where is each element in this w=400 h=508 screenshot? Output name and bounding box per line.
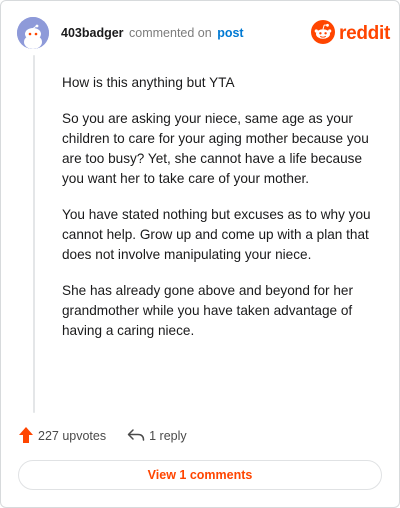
comment-card: 403badger commented on post reddit How i… [0, 0, 400, 508]
username[interactable]: 403badger [61, 26, 124, 40]
reply-count: 1 reply [149, 429, 187, 443]
upvote-count: 227 upvotes [38, 429, 107, 443]
reply-arrow-icon [127, 428, 145, 445]
reddit-snoo-icon [311, 19, 335, 49]
view-comments-button[interactable]: View 1 comments [18, 460, 382, 490]
reply-button[interactable]: 1 reply [127, 428, 187, 445]
comment-paragraph: She has already gone above and beyond fo… [62, 283, 353, 338]
reddit-logo[interactable]: reddit [311, 19, 390, 49]
post-link[interactable]: post [217, 26, 243, 40]
upvote-arrow-icon [18, 426, 34, 447]
comment-footer: 227 upvotes 1 reply [18, 425, 187, 447]
comment-body: How is this anything but YTA So you are … [62, 73, 374, 357]
comment-paragraph: You have stated nothing but excuses as t… [62, 207, 371, 262]
comment-paragraph: So you are asking your niece, same age a… [62, 111, 369, 186]
comment-header: 403badger commented on post [61, 24, 244, 42]
user-avatar-icon[interactable] [17, 17, 49, 49]
upvote-button[interactable]: 227 upvotes [18, 426, 106, 447]
thread-line [33, 55, 35, 413]
comment-action-text: commented on [129, 26, 212, 40]
comment-paragraph: How is this anything but YTA [62, 75, 235, 90]
reddit-logo-text: reddit [339, 23, 390, 44]
